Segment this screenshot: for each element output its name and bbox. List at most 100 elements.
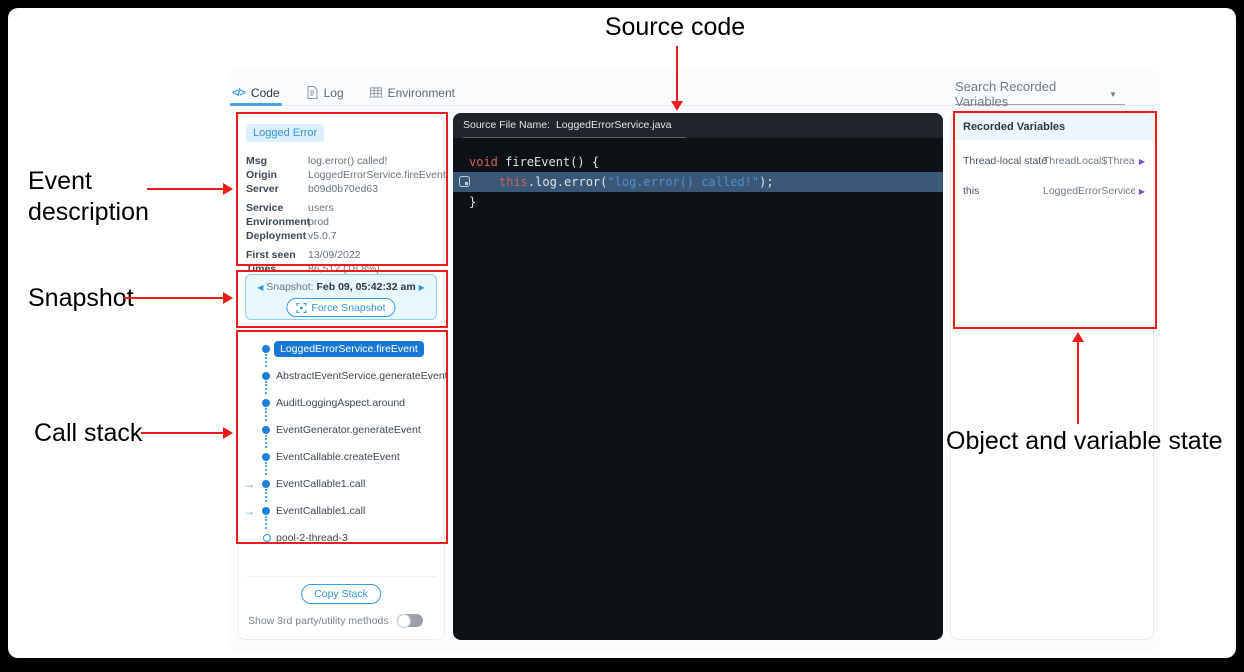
copy-stack-button[interactable]: Copy Stack — [301, 584, 381, 604]
code-keyword: void — [469, 155, 498, 169]
editor-header: Source File Name: LoggedErrorService.jav… — [453, 113, 943, 138]
stack-connector-line — [265, 462, 267, 475]
code-text: ); — [759, 175, 773, 189]
force-snapshot-label: Force Snapshot — [311, 302, 385, 314]
detail-value: v5.0.7 — [308, 229, 337, 243]
source-file-label: Source File Name: — [463, 119, 550, 131]
stack-dot-icon — [262, 345, 270, 353]
annotation-arrowhead-right — [223, 292, 233, 304]
tab-environment-label: Environment — [388, 86, 455, 100]
annotation-arrowhead-up — [1072, 332, 1084, 342]
annotation-snapshot: Snapshot — [28, 283, 134, 314]
tab-log[interactable]: Log — [306, 80, 344, 105]
detail-row-first-seen: First seen13/09/2022 — [246, 248, 440, 262]
force-snapshot-button[interactable]: Force Snapshot — [286, 298, 395, 317]
stack-connector-line — [265, 354, 267, 367]
stack-connector-line — [265, 381, 267, 394]
search-recorded-variables-select[interactable]: Search Recorded Variables ▼ — [955, 84, 1125, 105]
variable-type: LoggedErrorService — [1043, 185, 1135, 197]
stack-dot-icon — [262, 480, 270, 488]
recorded-variables-header: Recorded Variables — [951, 114, 1153, 140]
annotation-arrowhead-down — [671, 101, 683, 111]
stack-frame[interactable]: LoggedErrorService.fireEvent — [238, 340, 444, 358]
variable-row[interactable]: Thread-local state ThreadLocal$ThreadL..… — [951, 150, 1153, 172]
tab-code[interactable]: </> Code — [232, 80, 280, 105]
detail-label: Environment — [246, 215, 308, 229]
annotation-event-description: Event description — [28, 166, 188, 228]
snapshot-navigator: ◀ Snapshot: Feb 09, 05:42:32 am ▶ Force … — [245, 274, 437, 320]
stack-jump-arrow-icon: → — [243, 478, 255, 490]
annotation-arrowhead-right — [223, 427, 233, 439]
chevron-down-icon: ▼ — [1109, 90, 1117, 99]
tab-log-label: Log — [324, 86, 344, 100]
detail-label: Msg — [246, 154, 308, 168]
detail-value: LoggedErrorService.fireEvent — [308, 168, 446, 182]
stack-frame[interactable]: pool-2-thread-3 — [238, 529, 444, 547]
show-third-party-toggle[interactable] — [397, 614, 423, 627]
stack-frame[interactable]: EventGenerator.generateEvent — [238, 421, 444, 439]
detail-label: Deployment — [246, 229, 308, 243]
expand-arrow-icon[interactable]: ▶ — [1139, 187, 1145, 196]
stack-frame-label: AbstractEventService.generateEvent — [276, 370, 448, 382]
event-detail-group: Msglog.error() called! OriginLoggedError… — [246, 154, 440, 196]
detail-label: Origin — [246, 168, 308, 182]
code-line-2-highlighted[interactable]: this.log.error("log.error() called!"); — [453, 172, 943, 192]
detail-row-msg: Msglog.error() called! — [246, 154, 440, 168]
stack-frame[interactable]: →EventCallable1.call — [238, 502, 444, 520]
event-detail-group: First seen13/09/2022 Times86,512 (18.8%) — [246, 248, 440, 276]
expand-arrow-icon[interactable]: ▶ — [1139, 157, 1145, 166]
variable-row[interactable]: this LoggedErrorService ▶ — [951, 180, 1153, 202]
event-panel: Logged Error Msglog.error() called! Orig… — [237, 113, 445, 640]
stack-frame[interactable]: → EventCallable1.call — [238, 475, 444, 493]
logged-error-badge: Logged Error — [246, 124, 324, 142]
code-text: fireEvent() { — [498, 155, 599, 169]
stack-connector-line — [265, 408, 267, 421]
stack-frame-label: LoggedErrorService.fireEvent — [274, 341, 424, 357]
stack-connector-line — [265, 489, 267, 502]
stack-frame[interactable]: AbstractEventService.generateEvent — [238, 367, 444, 385]
stack-frame[interactable]: AuditLoggingAspect.around — [238, 394, 444, 412]
annotation-call-stack: Call stack — [34, 418, 142, 449]
variable-name: this — [963, 185, 979, 197]
detail-value: log.error() called! — [308, 154, 387, 168]
snapshot-prev-icon[interactable]: ◀ — [257, 283, 263, 292]
code-line-3: } — [453, 192, 943, 212]
detail-value: 13/09/2022 — [308, 248, 361, 262]
detail-row-server: Serverb09d0b70ed63 — [246, 182, 440, 196]
detail-value: b09d0b70ed63 — [308, 182, 378, 196]
toggle-label: Show 3rd party/utility methods — [248, 615, 389, 627]
stack-dot-icon — [262, 426, 270, 434]
stack-frame[interactable]: EventCallable.createEvent — [238, 448, 444, 466]
tab-environment[interactable]: Environment — [370, 80, 455, 105]
source-code-editor: Source File Name: LoggedErrorService.jav… — [453, 113, 943, 640]
detail-label: Server — [246, 182, 308, 196]
divider — [246, 576, 436, 577]
capture-frame-icon — [296, 303, 306, 313]
search-placeholder: Search Recorded Variables — [955, 79, 1109, 109]
log-file-icon — [306, 86, 318, 99]
third-party-toggle-row: Show 3rd party/utility methods — [248, 614, 423, 627]
tab-code-label: Code — [251, 86, 280, 100]
snapshot-label: Snapshot: — [266, 281, 313, 293]
annotation-object-state: Object and variable state — [946, 426, 1223, 457]
detail-label: Service — [246, 201, 308, 215]
snapshot-timestamp: Feb 09, 05:42:32 am — [316, 281, 415, 293]
detail-value: users — [308, 201, 334, 215]
stack-frame-label: EventGenerator.generateEvent — [276, 424, 421, 436]
source-file-tab[interactable]: Source File Name: LoggedErrorService.jav… — [463, 113, 686, 138]
snapshot-camera-icon[interactable] — [459, 176, 470, 187]
snapshot-next-icon[interactable]: ▶ — [419, 283, 425, 292]
annotation-arrowhead-right — [223, 183, 233, 195]
stack-dot-icon — [262, 399, 270, 407]
code-text: .log.error( — [528, 175, 607, 189]
variable-name: Thread-local state — [963, 155, 1047, 167]
code-text: } — [469, 195, 476, 209]
code-area: void fireEvent() { this.log.error("log.e… — [453, 138, 943, 212]
code-line-1: void fireEvent() { — [453, 152, 943, 172]
stack-frame-label: EventCallable.createEvent — [276, 451, 400, 463]
detail-row-environment: Environmentprod — [246, 215, 440, 229]
stack-jump-arrow-icon: → — [243, 505, 255, 517]
environment-table-icon — [370, 86, 382, 99]
stack-frame-label: EventCallable1.call — [276, 478, 365, 490]
annotation-arrow-line — [147, 188, 223, 190]
